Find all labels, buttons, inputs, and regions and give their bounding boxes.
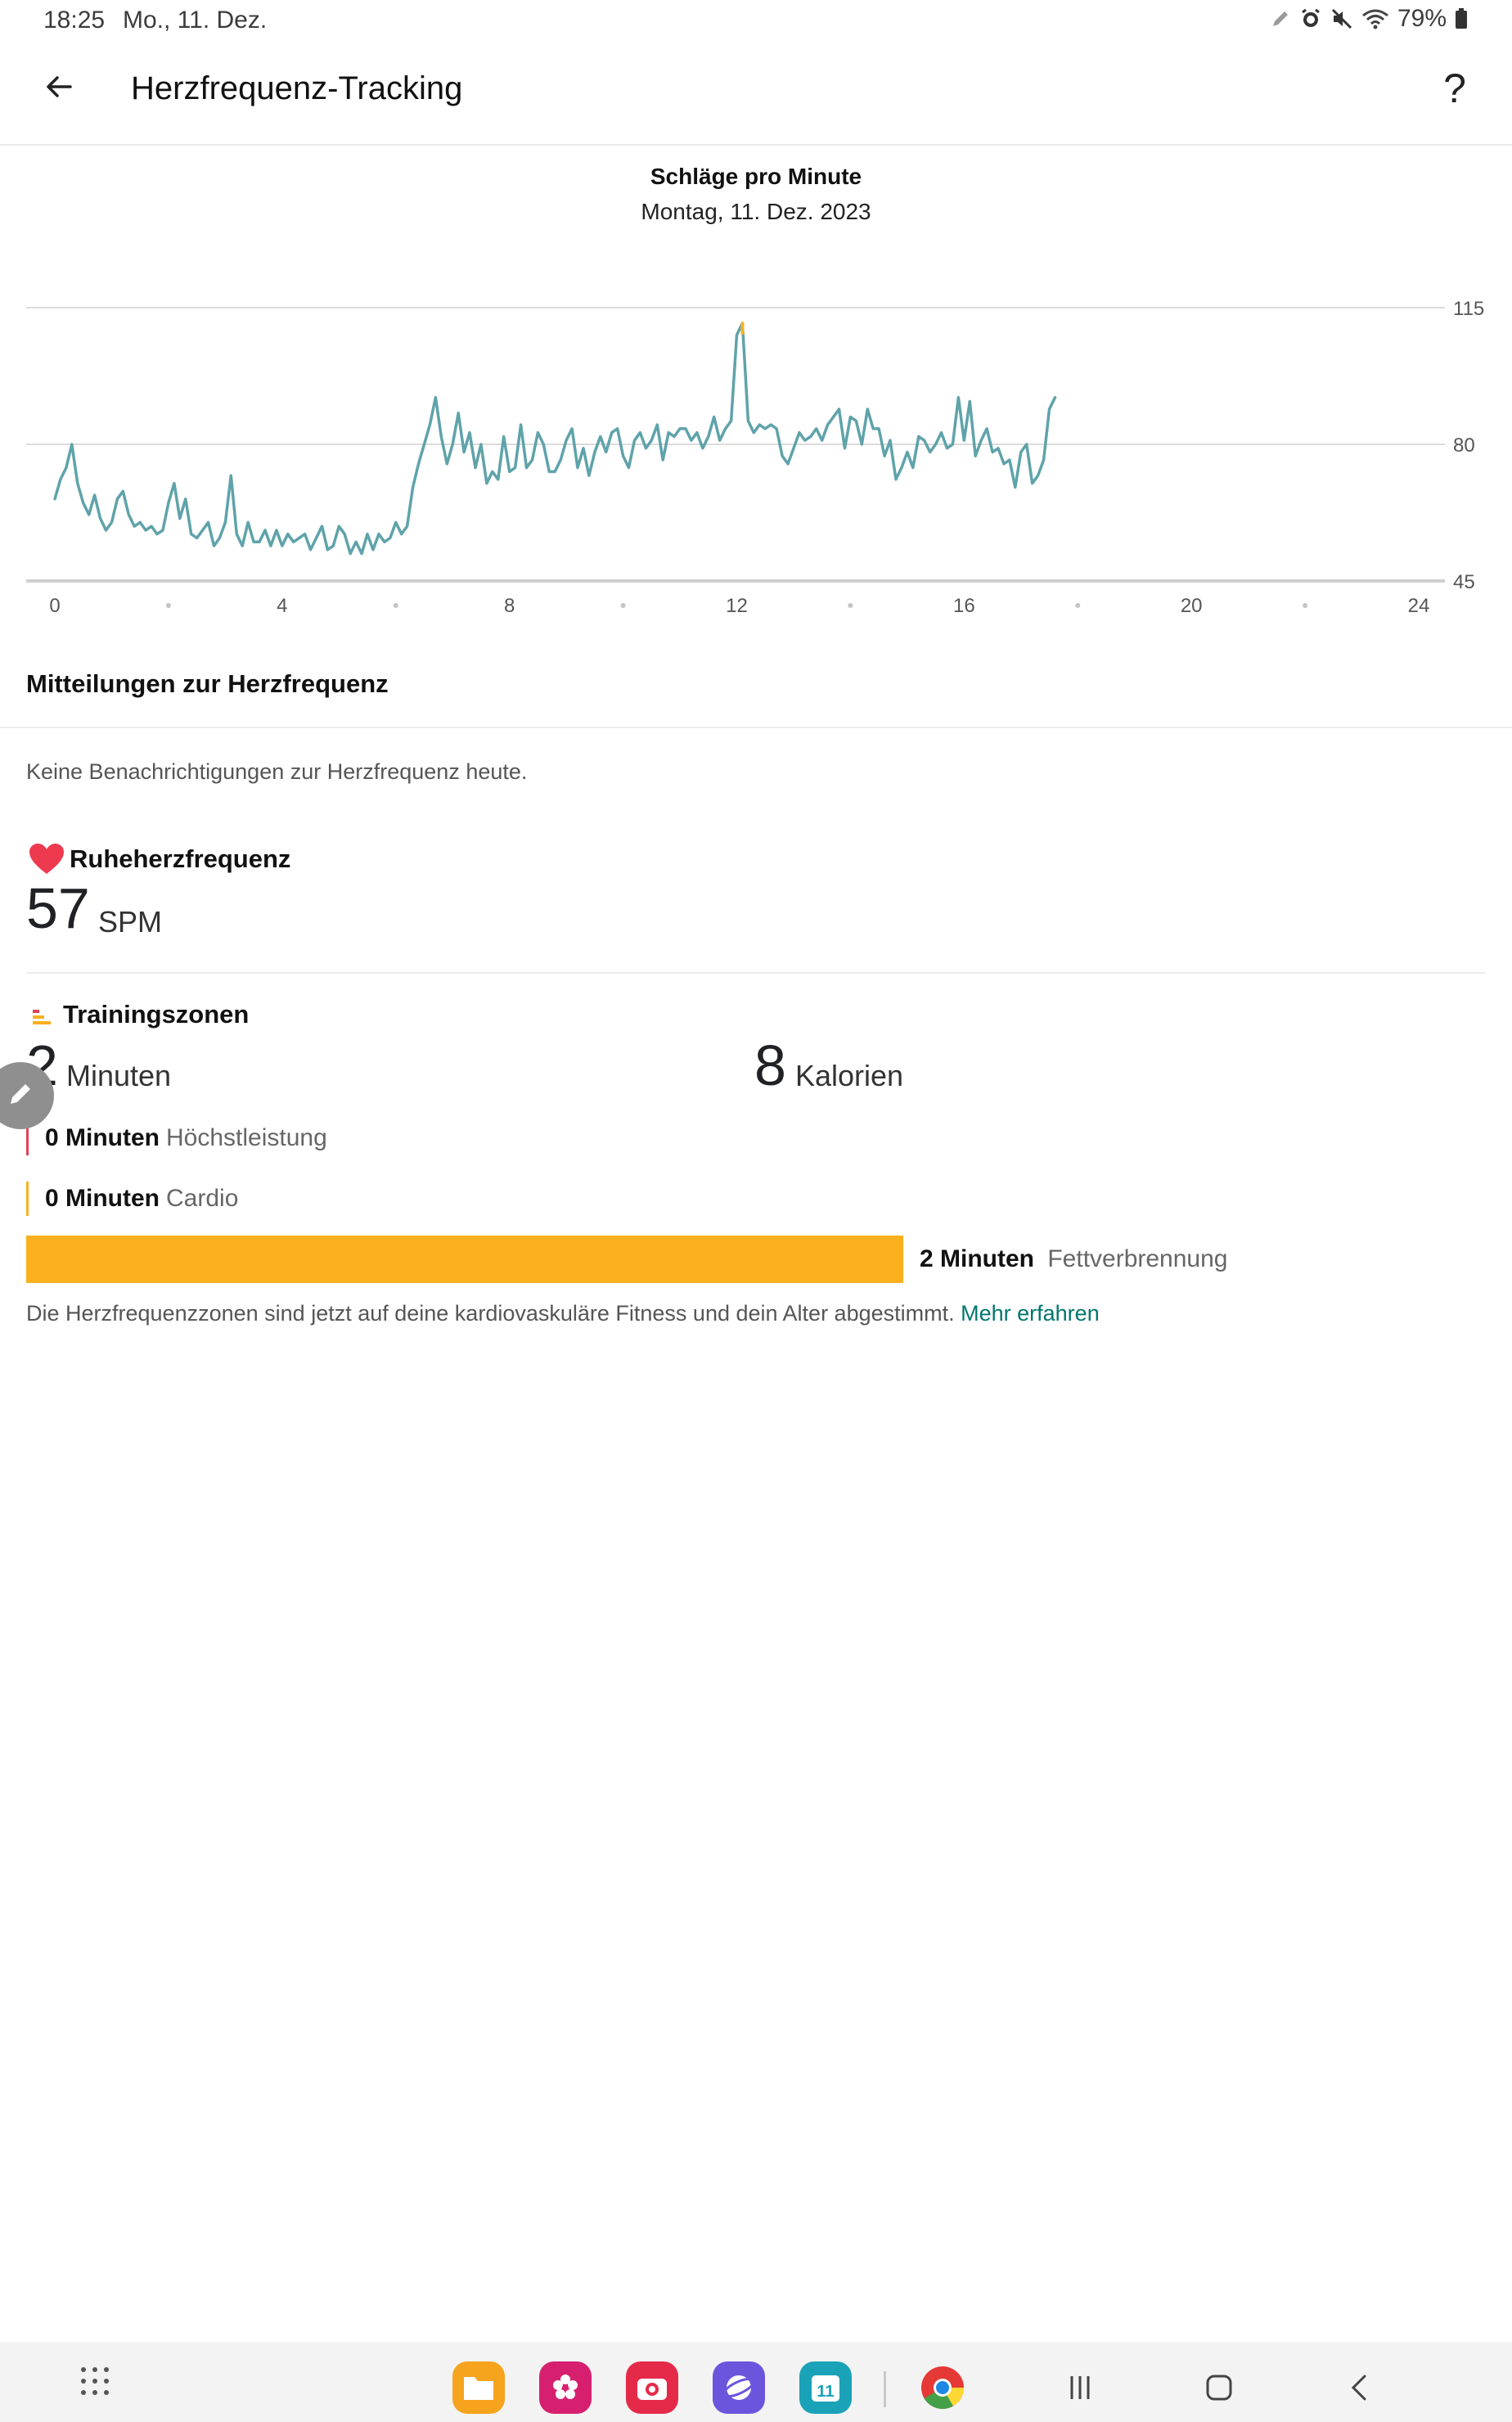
zone-cardio-marker [26,1182,29,1216]
dock-separator [884,2371,886,2407]
x-tick-label: 12 [726,595,748,617]
files-app-icon[interactable] [452,2361,505,2414]
zones-info-text: Die Herzfrequenzzonen sind jetzt auf dei… [26,1301,955,1326]
heart-rate-chart[interactable]: 115 80 45 0 4 8 12 16 20 24 [0,278,1512,622]
page-title: Herzfrequenz-Tracking [131,70,463,106]
navigation-bar: 11 [0,2342,1512,2422]
zones-calories-unit: Kalorien [795,1059,904,1092]
x-tick-label: 20 [1181,595,1203,617]
learn-more-link[interactable]: Mehr erfahren [961,1301,1100,1326]
x-tick-label: 16 [953,595,975,617]
calendar-day-text: 11 [817,2383,834,2401]
y-tick-label: 115 [1453,298,1484,320]
x-minor-tick-dot [165,603,171,608]
zone-fat-burn-bar [26,1236,903,1283]
pen-icon [1270,8,1291,29]
pencil-icon [4,1078,37,1114]
status-date: Mo., 11. Dez. [123,7,268,34]
chart-title: Schläge pro Minute [650,164,862,189]
app-bar-divider [0,144,1512,146]
zone-cardio-minutes: 0 Minuten [45,1185,160,1212]
help-button[interactable]: ? [1432,62,1478,115]
battery-percent: 79% [1397,5,1447,32]
mute-icon [1330,7,1353,30]
x-minor-tick-dot [1075,603,1081,608]
status-time: 18:25 [43,7,106,34]
zone-fat-burn-minutes: 2 Minuten [920,1245,1034,1272]
notifications-divider [0,727,1512,728]
resting-title: Ruheherzfrequenz [70,844,291,873]
heart-icon [28,843,65,880]
camera-app-icon[interactable] [626,2361,678,2414]
zone-peak: 0 Minuten Höchstleistung [26,1121,327,1155]
x-tick-label: 0 [49,595,60,617]
x-minor-tick-dot [620,603,626,608]
zone-peak-minutes: 0 Minuten [45,1124,160,1151]
zones-calories-value: 8 [754,1033,786,1097]
heart-rate-line [53,322,1057,556]
zone-cardio: 0 Minuten Cardio [26,1182,238,1216]
x-minor-tick-dot [1303,603,1308,608]
notifications-title: Mitteilungen zur Herzfrequenz [26,669,389,698]
recent-apps-icon[interactable] [1055,2363,1105,2412]
apps-grid-icon[interactable] [79,2365,111,2402]
zone-cardio-label: Cardio [166,1185,239,1212]
y-tick-label: 80 [1453,434,1475,457]
y-tick-label: 45 [1453,571,1475,593]
x-minor-tick-dot [848,603,853,608]
zones-info: Die Herzfrequenzzonen sind jetzt auf dei… [26,1301,1100,1326]
x-tick-label: 24 [1408,595,1430,617]
x-tick-label: 8 [504,595,515,617]
gallery-app-icon[interactable] [539,2361,592,2414]
zone-fat-burn: 2 Minuten Fettverbrennung [920,1245,1227,1273]
zone-peak-label: Höchstleistung [166,1124,327,1151]
battery-icon [1455,7,1468,30]
notifications-empty-text: Keine Benachrichtigungen zur Herzfrequen… [26,759,528,784]
chrome-app-icon[interactable] [916,2361,969,2414]
x-minor-tick-dot [393,603,398,608]
calendar-app-icon[interactable]: 11 [799,2361,852,2414]
x-tick-label: 4 [277,595,287,617]
wifi-icon [1361,7,1389,30]
chart-subtitle: Montag, 11. Dez. 2023 [641,199,871,224]
zones-minutes-unit: Minuten [66,1059,172,1092]
resting-unit: SPM [98,905,163,939]
internet-app-icon[interactable] [713,2361,765,2414]
arrow-left-icon [43,70,75,107]
back-button[interactable] [33,62,85,115]
zones-title: Trainingszonen [63,1000,250,1029]
status-bar: 18:25 Mo., 11. Dez. 79% [0,0,1512,41]
alarm-icon [1299,7,1322,30]
resting-value: 57 [26,876,90,940]
back-nav-icon[interactable] [1335,2363,1384,2412]
status-icons: 79% [1270,5,1468,33]
zone-fat-burn-label: Fettverbrennung [1047,1245,1228,1272]
home-icon[interactable] [1195,2363,1244,2412]
resting-divider [26,972,1486,974]
zones-icon [31,1006,52,1032]
